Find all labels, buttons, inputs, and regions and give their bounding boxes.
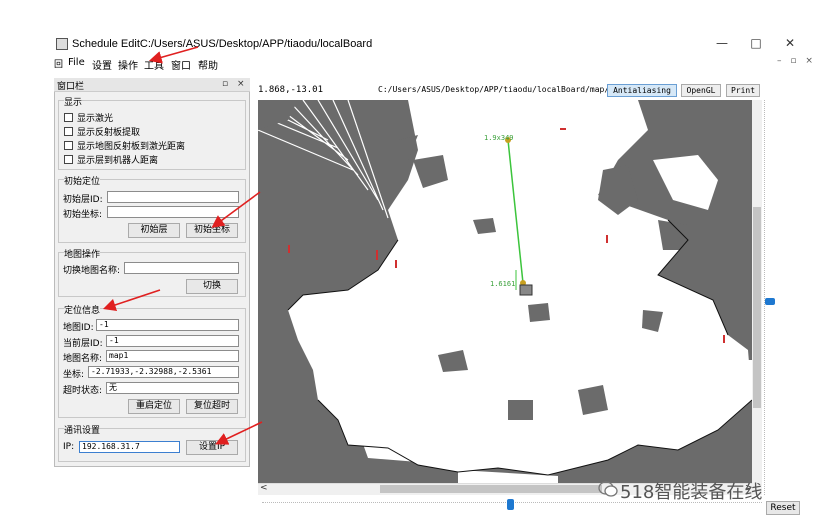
arrow-to-init-coord (211, 191, 261, 228)
arrow-to-set-ip (215, 421, 263, 445)
arrow-to-locate-info (102, 289, 161, 312)
watermark-text: 518智能装备在线 (620, 482, 763, 503)
arrow-to-tools-menu (148, 46, 199, 64)
wechat-icon (598, 481, 618, 497)
annotation-arrows (102, 46, 263, 445)
